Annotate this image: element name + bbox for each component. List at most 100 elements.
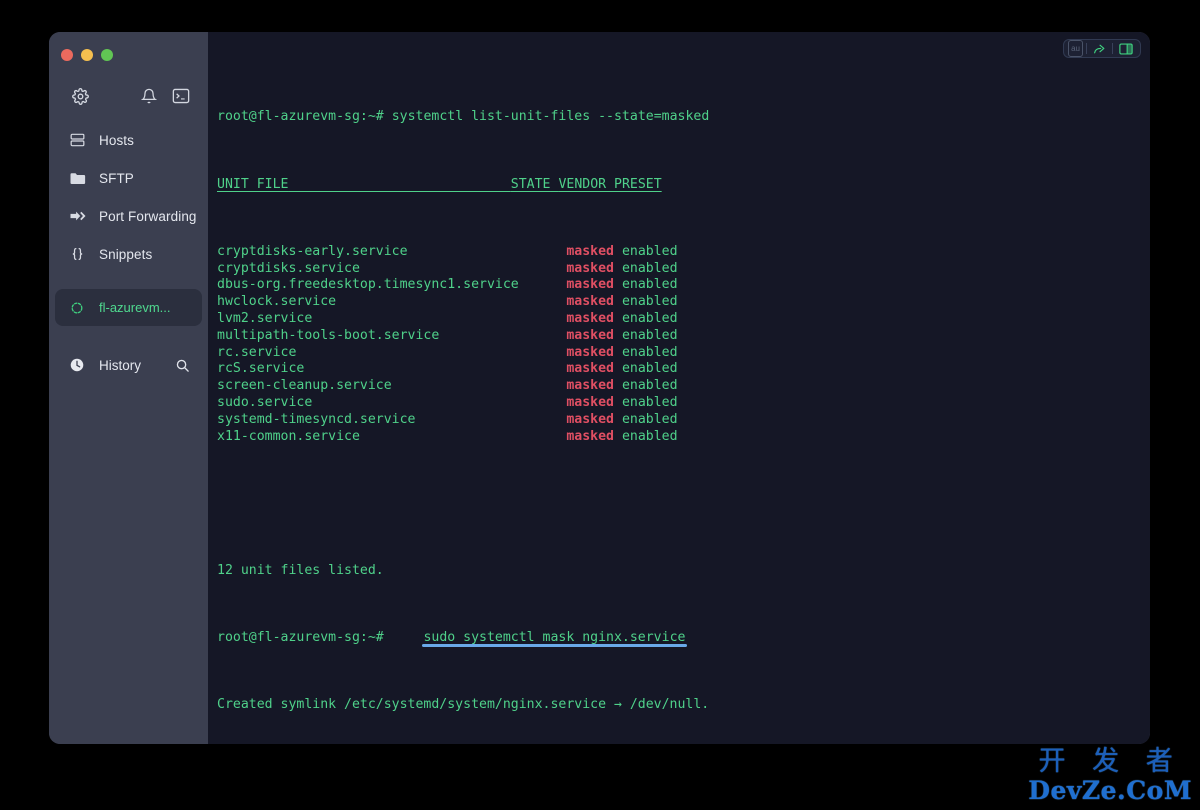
clock-icon bbox=[69, 357, 89, 373]
column-header-state: STATE bbox=[510, 176, 551, 192]
sidebar-item-label: Port Forwarding bbox=[99, 208, 197, 224]
sidebar-item-snippets[interactable]: Snippets bbox=[49, 235, 208, 273]
sidebar-item-session-fl-azurevm[interactable]: fl-azurevm... bbox=[55, 289, 202, 326]
braces-icon bbox=[69, 246, 89, 262]
unit-state: masked bbox=[566, 310, 614, 326]
unit-file-name: cryptdisks-early.service bbox=[217, 243, 408, 259]
terminal-line-highlighted-command: root@fl-azurevm-sg:~# sudo systemctl mas… bbox=[217, 630, 1150, 648]
terminal-icon[interactable] bbox=[170, 85, 192, 107]
column-pad bbox=[416, 412, 567, 427]
unit-file-name: multipath-tools-boot.service bbox=[217, 327, 440, 343]
prompt-text: root@fl-azurevm-sg:~# bbox=[217, 109, 384, 125]
terminal-app-window: Hosts SFTP Port Forwarding Snippets fl-a… bbox=[49, 32, 1150, 744]
column-pad bbox=[519, 277, 567, 292]
unit-vendor-preset: enabled bbox=[621, 310, 678, 326]
column-gap bbox=[614, 294, 622, 309]
sidebar-item-sftp[interactable]: SFTP bbox=[49, 159, 208, 197]
unit-vendor-preset: enabled bbox=[621, 411, 678, 427]
unit-vendor-preset: enabled bbox=[621, 327, 678, 343]
gear-icon[interactable] bbox=[69, 85, 91, 107]
unit-files-table: cryptdisks-early.service masked enabled c… bbox=[217, 244, 1150, 446]
column-gap bbox=[614, 277, 622, 292]
table-row: systemd-timesyncd.service masked enabled bbox=[217, 412, 1150, 429]
split-view-icon[interactable] bbox=[1116, 41, 1136, 56]
close-window-button[interactable] bbox=[61, 49, 73, 61]
table-row: screen-cleanup.service masked enabled bbox=[217, 378, 1150, 395]
site-watermark: 开 发 者 DevZe.CoM bbox=[1028, 747, 1192, 805]
table-row: rcS.service masked enabled bbox=[217, 361, 1150, 378]
maximize-window-button[interactable] bbox=[101, 49, 113, 61]
column-gap bbox=[614, 244, 622, 259]
sidebar-item-hosts[interactable]: Hosts bbox=[49, 121, 208, 159]
table-row: cryptdisks.service masked enabled bbox=[217, 261, 1150, 278]
share-arrow-icon[interactable] bbox=[1090, 41, 1109, 56]
unit-state: masked bbox=[566, 394, 614, 410]
unit-vendor-preset: enabled bbox=[621, 428, 678, 444]
symlink-output-text: Created symlink /etc/systemd/system/ngin… bbox=[217, 697, 710, 713]
terminal-pane[interactable]: au root@fl-azurevm-sg:~# systemctl list-… bbox=[208, 32, 1150, 744]
unit-file-name: cryptdisks.service bbox=[217, 260, 360, 276]
bell-icon[interactable] bbox=[138, 85, 160, 107]
column-pad bbox=[360, 429, 566, 444]
table-row: lvm2.service masked enabled bbox=[217, 311, 1150, 328]
column-gap bbox=[614, 261, 622, 276]
screen: Hosts SFTP Port Forwarding Snippets fl-a… bbox=[0, 0, 1200, 810]
highlighted-command-text: sudo systemctl mask nginx.service bbox=[423, 630, 686, 646]
unit-state: masked bbox=[566, 344, 614, 360]
column-gap bbox=[614, 311, 622, 326]
column-gap bbox=[614, 395, 622, 410]
column-pad bbox=[296, 345, 566, 360]
unit-vendor-preset: enabled bbox=[621, 243, 678, 259]
unit-state: masked bbox=[566, 277, 614, 293]
table-row: rc.service masked enabled bbox=[217, 345, 1150, 362]
column-pad bbox=[336, 294, 566, 309]
window-traffic-lights bbox=[49, 32, 208, 67]
command-text: systemctl list-unit-files --state=masked bbox=[391, 109, 710, 125]
unit-vendor-preset: enabled bbox=[621, 294, 678, 310]
column-pad bbox=[312, 311, 566, 326]
table-row: x11-common.service masked enabled bbox=[217, 429, 1150, 446]
unit-state: masked bbox=[566, 327, 614, 343]
unit-vendor-preset: enabled bbox=[621, 344, 678, 360]
table-row: multipath-tools-boot.service masked enab… bbox=[217, 328, 1150, 345]
column-header-vendor-preset: VENDOR PRESET bbox=[558, 176, 662, 192]
header-gap-1 bbox=[288, 177, 510, 192]
sidebar: Hosts SFTP Port Forwarding Snippets fl-a… bbox=[49, 32, 208, 744]
unit-vendor-preset: enabled bbox=[621, 378, 678, 394]
unit-file-name: systemd-timesyncd.service bbox=[217, 411, 416, 427]
layout-toggle-button[interactable]: au bbox=[1068, 40, 1083, 57]
unit-file-name: dbus-org.freedesktop.timesync1.service bbox=[217, 277, 519, 293]
unit-vendor-preset: enabled bbox=[621, 260, 678, 276]
server-icon bbox=[69, 132, 89, 148]
sidebar-item-history[interactable]: History bbox=[49, 347, 208, 383]
summary-text: 12 unit files listed. bbox=[217, 562, 384, 578]
terminal-output: root@fl-azurevm-sg:~# systemctl list-uni… bbox=[217, 59, 1150, 744]
column-gap bbox=[614, 378, 622, 393]
history-label: History bbox=[99, 357, 142, 373]
connection-icon bbox=[69, 300, 89, 316]
search-icon[interactable] bbox=[175, 358, 190, 373]
column-gap bbox=[614, 345, 622, 360]
minimize-window-button[interactable] bbox=[81, 49, 93, 61]
column-gap bbox=[614, 361, 622, 376]
column-pad bbox=[312, 395, 566, 410]
unit-vendor-preset: enabled bbox=[621, 394, 678, 410]
column-pad bbox=[392, 378, 567, 393]
sidebar-item-label: Snippets bbox=[99, 246, 153, 262]
command-spacer bbox=[384, 109, 392, 124]
terminal-line-summary: 12 unit files listed. bbox=[217, 563, 1150, 580]
arrow-right-icon bbox=[69, 209, 89, 223]
column-pad bbox=[408, 244, 567, 259]
unit-state: masked bbox=[566, 361, 614, 377]
unit-vendor-preset: enabled bbox=[621, 277, 678, 293]
sidebar-item-port-forwarding[interactable]: Port Forwarding bbox=[49, 197, 208, 235]
folder-icon bbox=[69, 171, 89, 186]
command-highlight-underline bbox=[422, 644, 687, 648]
unit-file-name: screen-cleanup.service bbox=[217, 378, 392, 394]
watermark-latin: DevZe.CoM bbox=[1028, 776, 1192, 805]
terminal-controls: au bbox=[1063, 39, 1141, 58]
unit-vendor-preset: enabled bbox=[621, 361, 678, 377]
control-divider bbox=[1112, 43, 1113, 54]
column-pad bbox=[439, 328, 566, 343]
